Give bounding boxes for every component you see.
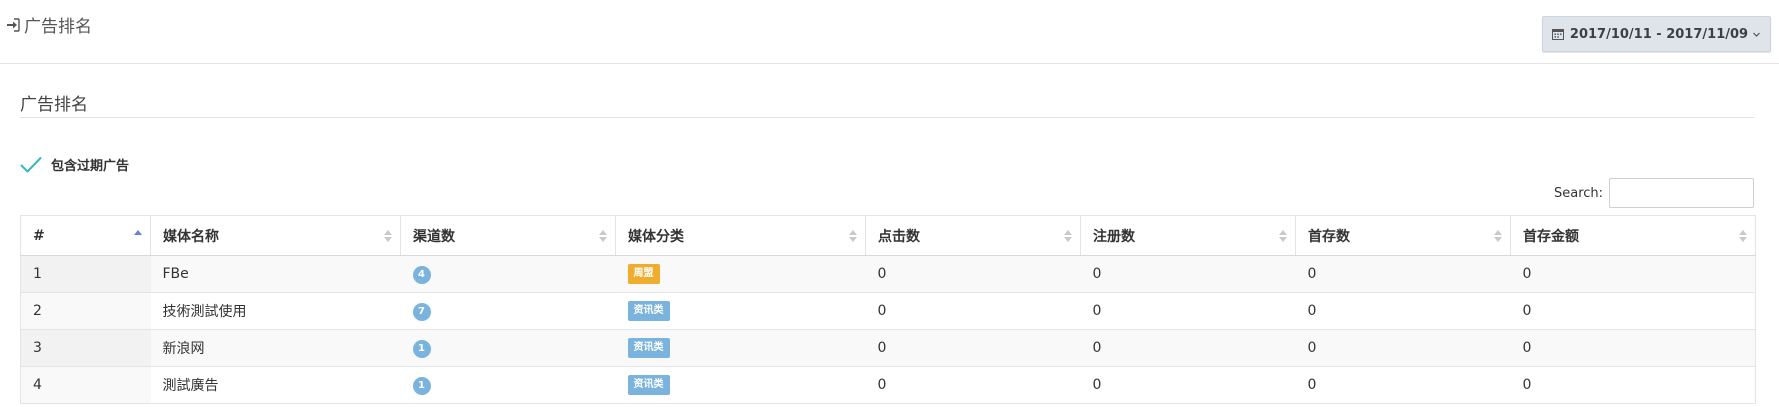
sort-icon <box>1279 230 1287 242</box>
cell-first-deposits: 0 <box>1295 329 1511 367</box>
table-row: 4 測試廣告 1 资讯类 0 0 0 0 <box>20 366 1756 404</box>
section-divider <box>20 117 1755 118</box>
sort-icon <box>1739 230 1747 242</box>
cell-category: 资讯类 <box>615 366 866 404</box>
page-header: 广告排名 2017/10/11 - 2017/11/09 <box>0 0 1779 64</box>
channel-count-badge: 1 <box>412 376 431 395</box>
cell-first-deposits: 0 <box>1295 255 1511 293</box>
ad-ranking-table: # 媒体名称 渠道数 媒体分类 点击数 注册数 首存数 首存金额 1 FBe 4… <box>20 215 1756 404</box>
chevron-down-icon <box>1753 32 1761 37</box>
sort-icon <box>1064 230 1072 242</box>
cell-clicks: 0 <box>865 255 1081 293</box>
category-tag: 资讯类 <box>627 301 670 321</box>
col-header-label: 首存数 <box>1308 228 1350 245</box>
category-tag: 资讯类 <box>627 338 670 358</box>
cell-index: 3 <box>20 329 151 367</box>
sort-icon <box>384 230 392 242</box>
cell-clicks: 0 <box>865 329 1081 367</box>
col-header-label: 注册数 <box>1093 228 1135 245</box>
cell-clicks: 0 <box>865 366 1081 404</box>
col-header-first-deposit-amount[interactable]: 首存金额 <box>1510 215 1756 256</box>
col-header-label: # <box>33 227 45 244</box>
calendar-icon <box>1551 29 1564 40</box>
col-header-label: 媒体名称 <box>163 228 219 245</box>
cell-media-name: 技術測試使用 <box>150 292 401 330</box>
checkmark-icon <box>20 156 42 172</box>
cell-index: 1 <box>20 255 151 293</box>
search-input[interactable] <box>1609 178 1755 208</box>
cell-channels: 1 <box>400 329 616 367</box>
sign-in-icon <box>7 17 20 32</box>
col-header-clicks[interactable]: 点击数 <box>865 215 1081 256</box>
date-range-text: 2017/10/11 - 2017/11/09 <box>1569 26 1749 42</box>
channel-count-badge: 7 <box>412 302 431 321</box>
col-header-index[interactable]: # <box>20 215 151 256</box>
table-row: 1 FBe 4 周盟 0 0 0 0 <box>20 255 1756 293</box>
cell-channels: 1 <box>400 366 616 404</box>
include-expired-toggle[interactable]: 包含过期广告 <box>20 155 129 174</box>
table-row: 3 新浪网 1 资讯类 0 0 0 0 <box>20 329 1756 367</box>
col-header-channels[interactable]: 渠道数 <box>400 215 616 256</box>
cell-category: 周盟 <box>615 255 866 293</box>
section-title: 广告排名 <box>20 95 88 115</box>
include-expired-label: 包含过期广告 <box>51 159 130 174</box>
col-header-first-deposits[interactable]: 首存数 <box>1295 215 1511 256</box>
channel-count-badge: 4 <box>412 265 431 284</box>
cell-first-deposit-amount: 0 <box>1510 366 1756 404</box>
cell-index: 2 <box>20 292 151 330</box>
cell-channels: 7 <box>400 292 616 330</box>
cell-media-name: 測試廣告 <box>150 366 401 404</box>
cell-first-deposits: 0 <box>1295 292 1511 330</box>
col-header-label: 首存金额 <box>1523 228 1579 245</box>
table-header-row: # 媒体名称 渠道数 媒体分类 点击数 注册数 首存数 首存金额 <box>20 215 1756 256</box>
cell-registrations: 0 <box>1080 329 1296 367</box>
sort-icon <box>599 230 607 242</box>
cell-clicks: 0 <box>865 292 1081 330</box>
channel-count-badge: 1 <box>412 339 431 358</box>
table-row: 2 技術測試使用 7 资讯类 0 0 0 0 <box>20 292 1756 330</box>
cell-category: 资讯类 <box>615 329 866 367</box>
cell-registrations: 0 <box>1080 292 1296 330</box>
category-tag: 资讯类 <box>627 375 670 395</box>
cell-media-name: FBe <box>150 255 401 293</box>
cell-first-deposit-amount: 0 <box>1510 329 1756 367</box>
page-title: 广告排名 <box>6 12 92 37</box>
col-header-label: 点击数 <box>878 228 920 245</box>
date-range-button[interactable]: 2017/10/11 - 2017/11/09 <box>1542 16 1771 52</box>
search-box: Search: <box>1554 178 1755 208</box>
cell-category: 资讯类 <box>615 292 866 330</box>
cell-registrations: 0 <box>1080 366 1296 404</box>
cell-channels: 4 <box>400 255 616 293</box>
col-header-label: 渠道数 <box>413 228 455 245</box>
col-header-media-name[interactable]: 媒体名称 <box>150 215 401 256</box>
sort-icon <box>849 230 857 242</box>
cell-first-deposit-amount: 0 <box>1510 292 1756 330</box>
category-tag: 周盟 <box>627 264 660 284</box>
col-header-registrations[interactable]: 注册数 <box>1080 215 1296 256</box>
search-label: Search: <box>1554 185 1604 201</box>
sort-ascending-icon <box>134 230 142 235</box>
sort-icon <box>1494 230 1502 242</box>
col-header-label: 媒体分类 <box>628 228 684 245</box>
cell-first-deposit-amount: 0 <box>1510 255 1756 293</box>
cell-registrations: 0 <box>1080 255 1296 293</box>
page-title-text: 广告排名 <box>24 17 92 37</box>
cell-first-deposits: 0 <box>1295 366 1511 404</box>
cell-index: 4 <box>20 366 151 404</box>
col-header-media-category[interactable]: 媒体分类 <box>615 215 866 256</box>
cell-media-name: 新浪网 <box>150 329 401 367</box>
